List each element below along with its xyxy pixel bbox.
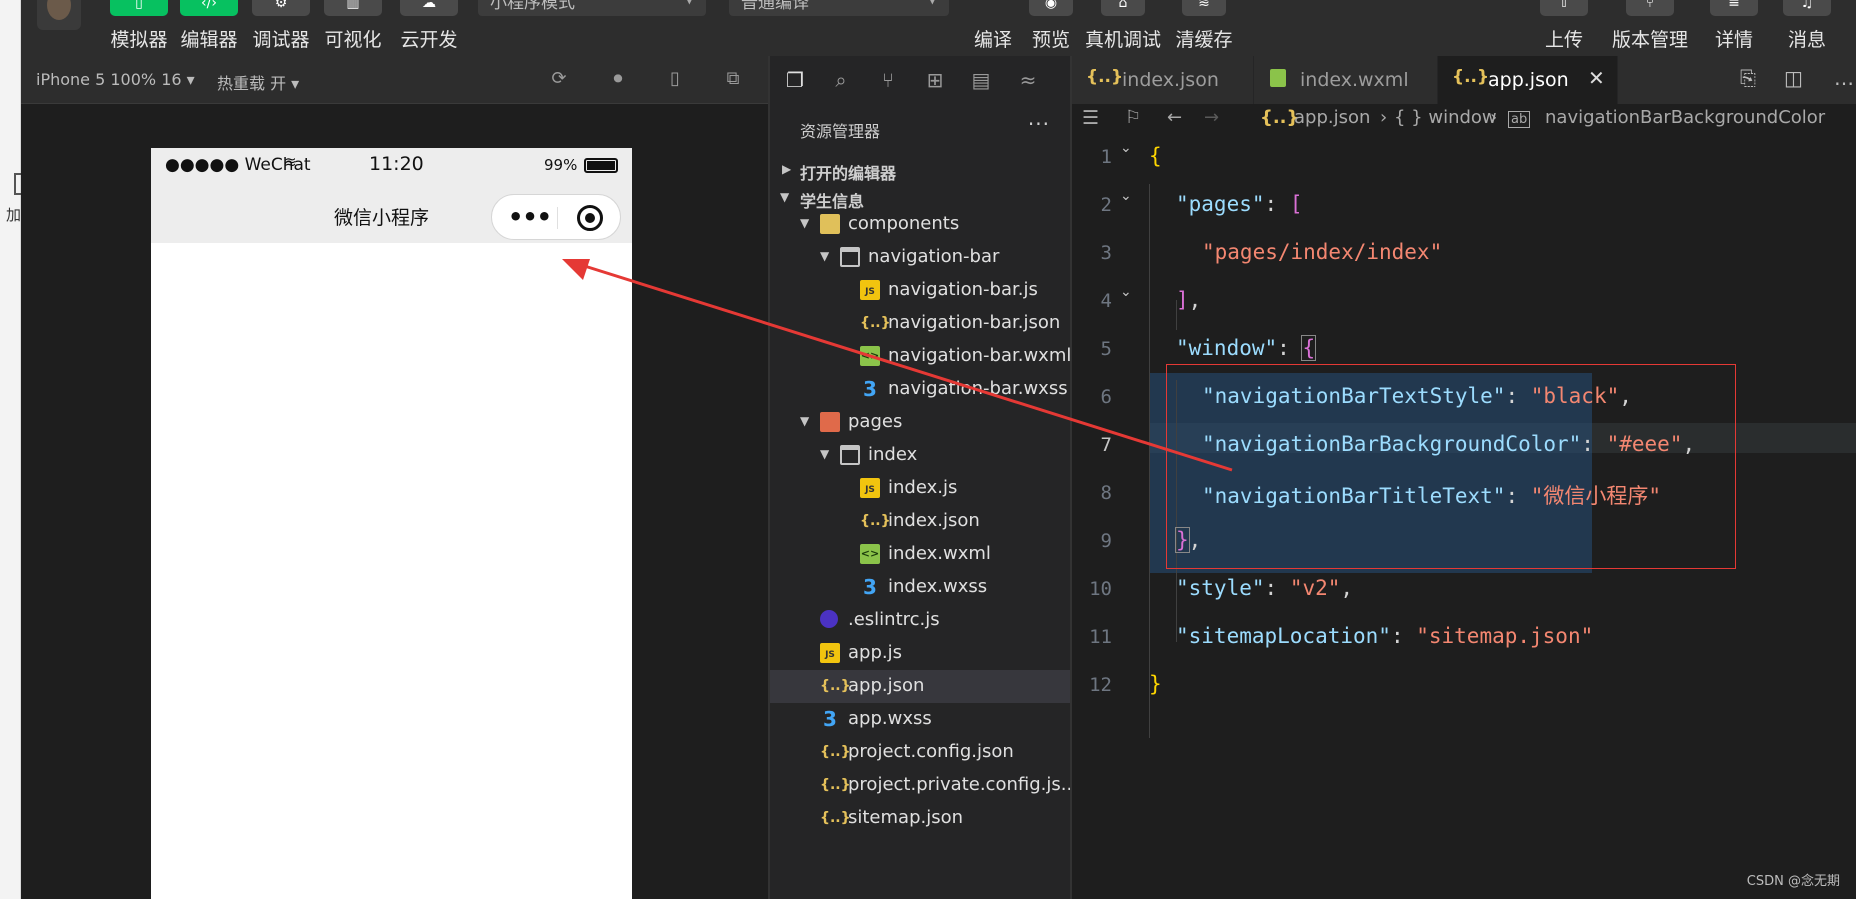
- arrow-line: [574, 261, 1233, 472]
- arrow-head: [562, 259, 590, 280]
- watermark: CSDN @念无期: [1746, 874, 1840, 889]
- annotation-arrow: [562, 259, 1233, 472]
- wechat-devtools-window: 加 ▯ 模拟器 ‹/› 编辑器 ⚙ 调试器 ▥ 可视化 ☁ 云开发 小程序模式 …: [0, 0, 1856, 899]
